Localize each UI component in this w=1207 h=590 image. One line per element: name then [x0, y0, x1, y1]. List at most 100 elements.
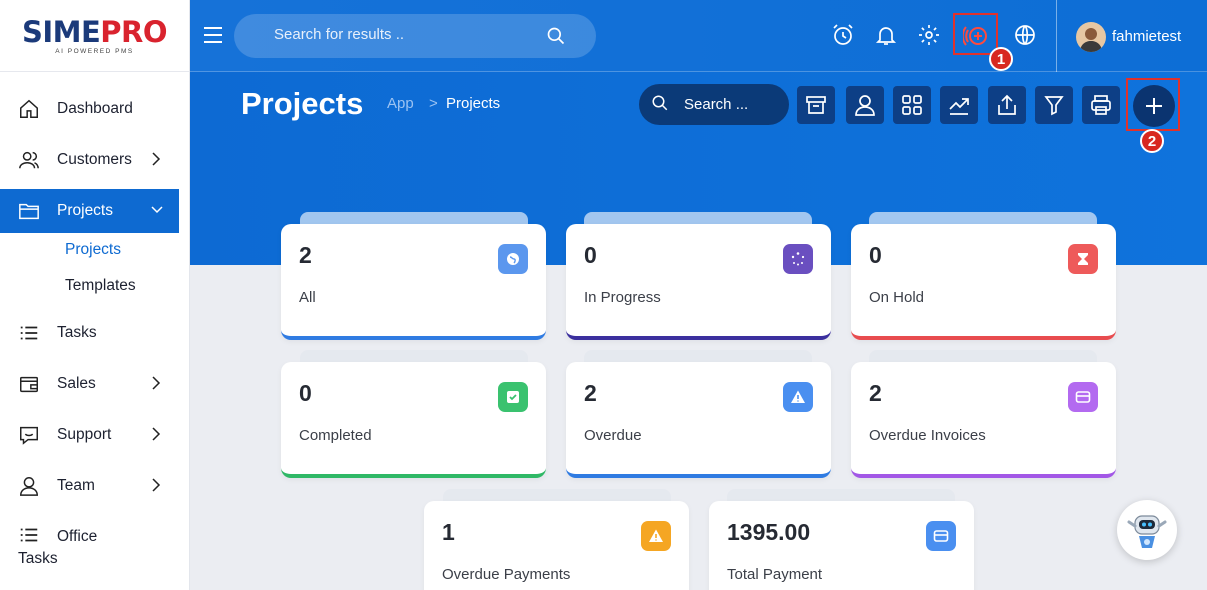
- timer-add-icon[interactable]: [963, 22, 991, 50]
- breadcrumb-root[interactable]: App: [387, 95, 414, 112]
- sidebar-item-tasks[interactable]: Tasks: [0, 315, 179, 351]
- gear-icon[interactable]: [917, 23, 941, 47]
- toolbar-search-label: Search ...: [684, 96, 749, 113]
- check-square-icon: [498, 382, 528, 412]
- stat-value: 0: [869, 242, 882, 268]
- sidebar-item-office-tasks[interactable]: Office Tasks: [0, 520, 179, 570]
- stat-label: Overdue Payments: [442, 566, 571, 583]
- wallet-icon: [20, 376, 38, 393]
- hamburger-menu-icon[interactable]: [202, 24, 224, 46]
- sidebar-item-label: Projects: [57, 202, 113, 219]
- logo[interactable]: SIMEPRO AI POWERED PMS: [0, 0, 189, 72]
- grid-icon: [902, 95, 922, 115]
- filter-button[interactable]: [1035, 86, 1073, 124]
- toolbar-search[interactable]: Search ...: [639, 84, 789, 125]
- sidebar-item-label: Sales: [57, 375, 96, 392]
- user-icon: [20, 477, 38, 496]
- spinner-icon: [783, 244, 813, 274]
- stat-label: Overdue: [584, 427, 642, 444]
- sidebar-item-team[interactable]: Team: [0, 468, 179, 504]
- search-input[interactable]: [274, 26, 534, 43]
- stat-card-in-progress[interactable]: 0 In Progress: [566, 224, 831, 340]
- sidebar-subitem-projects[interactable]: Projects: [65, 241, 121, 259]
- globe-icon[interactable]: [1013, 23, 1037, 47]
- sidebar-item-label: Tasks: [57, 324, 97, 341]
- sidebar-item-label: Customers: [57, 151, 132, 168]
- chevron-right-icon: [152, 478, 161, 492]
- chart-icon: [949, 98, 969, 115]
- annotation-marker-1: 1: [989, 47, 1013, 71]
- sidebar-item-customers[interactable]: Customers: [0, 142, 179, 178]
- globe-icon: [498, 244, 528, 274]
- sidebar-item-label: Dashboard: [57, 100, 133, 117]
- alarm-clock-icon[interactable]: [831, 23, 855, 47]
- search-icon[interactable]: [546, 26, 566, 46]
- sidebar-item-label: Team: [57, 477, 95, 494]
- user-filter-button[interactable]: [846, 86, 884, 124]
- list-icon: [20, 528, 38, 542]
- stat-card-overdue-payments[interactable]: 1 Overdue Payments: [424, 501, 689, 590]
- breadcrumb-current: Projects: [446, 95, 501, 112]
- archive-icon: [806, 96, 826, 114]
- sidebar-item-sales[interactable]: Sales: [0, 366, 179, 402]
- stat-value: 2: [584, 380, 597, 406]
- stat-label: All: [299, 289, 316, 306]
- warning-icon: [641, 521, 671, 551]
- credit-card-icon: [1068, 382, 1098, 412]
- breadcrumb-separator: >: [429, 95, 438, 112]
- sidebar-subitem-templates[interactable]: Templates: [65, 277, 136, 295]
- stat-card-completed[interactable]: 0 Completed: [281, 362, 546, 478]
- topbar-divider: [1056, 0, 1057, 72]
- logo-tagline: AI POWERED PMS: [55, 47, 134, 55]
- top-bar: 1 fahmietest: [190, 0, 1207, 72]
- stat-label: In Progress: [584, 289, 661, 306]
- sidebar-item-label: Office: [57, 528, 98, 545]
- user-icon: [855, 95, 875, 116]
- stat-label: Completed: [299, 427, 372, 444]
- stat-value: 0: [299, 380, 312, 406]
- sidebar: SIMEPRO AI POWERED PMS Dashboard Custome…: [0, 0, 190, 590]
- chart-button[interactable]: [940, 86, 978, 124]
- sidebar-item-dashboard[interactable]: Dashboard: [0, 91, 179, 127]
- stat-value: 2: [869, 380, 882, 406]
- stat-value: 1395.00: [727, 519, 811, 545]
- stat-label: Overdue Invoices: [869, 427, 986, 444]
- chatbot-button[interactable]: [1117, 500, 1177, 560]
- stat-card-all[interactable]: 2 All: [281, 224, 546, 340]
- stat-card-on-hold[interactable]: 0 On Hold: [851, 224, 1116, 340]
- avatar[interactable]: [1076, 22, 1106, 52]
- warning-icon: [783, 382, 813, 412]
- search-icon: [652, 95, 668, 111]
- plus-icon: [1146, 98, 1162, 114]
- chevron-right-icon: [152, 427, 161, 441]
- export-button[interactable]: [988, 86, 1026, 124]
- stat-value: 0: [584, 242, 597, 268]
- stat-card-overdue[interactable]: 2 Overdue: [566, 362, 831, 478]
- print-icon: [1091, 95, 1111, 115]
- stat-card-total-payment[interactable]: 1395.00 Total Payment: [709, 501, 974, 590]
- stat-label: Total Payment: [727, 566, 823, 583]
- username[interactable]: fahmietest: [1112, 28, 1181, 45]
- grid-view-button[interactable]: [893, 86, 931, 124]
- sidebar-item-projects[interactable]: Projects: [0, 189, 179, 233]
- logo-wordmark: SIMEPRO: [21, 14, 168, 49]
- page-title: Projects: [241, 86, 364, 121]
- sidebar-item-support[interactable]: Support: [0, 417, 179, 453]
- chat-icon: [20, 426, 38, 445]
- credit-card-icon: [926, 521, 956, 551]
- hourglass-icon: [1068, 244, 1098, 274]
- home-icon: [20, 99, 38, 118]
- sidebar-item-label: Support: [57, 426, 112, 443]
- print-button[interactable]: [1082, 86, 1120, 124]
- add-project-button[interactable]: [1133, 85, 1175, 127]
- filter-icon: [1044, 96, 1064, 116]
- chevron-right-icon: [152, 376, 161, 390]
- stat-value: 1: [442, 519, 455, 545]
- annotation-marker-2: 2: [1140, 129, 1164, 153]
- archive-button[interactable]: [797, 86, 835, 124]
- global-search: [234, 14, 596, 58]
- users-icon: [19, 151, 39, 169]
- bell-icon[interactable]: [874, 23, 898, 47]
- robot-icon: [1127, 515, 1167, 548]
- stat-card-overdue-invoices[interactable]: 2 Overdue Invoices: [851, 362, 1116, 478]
